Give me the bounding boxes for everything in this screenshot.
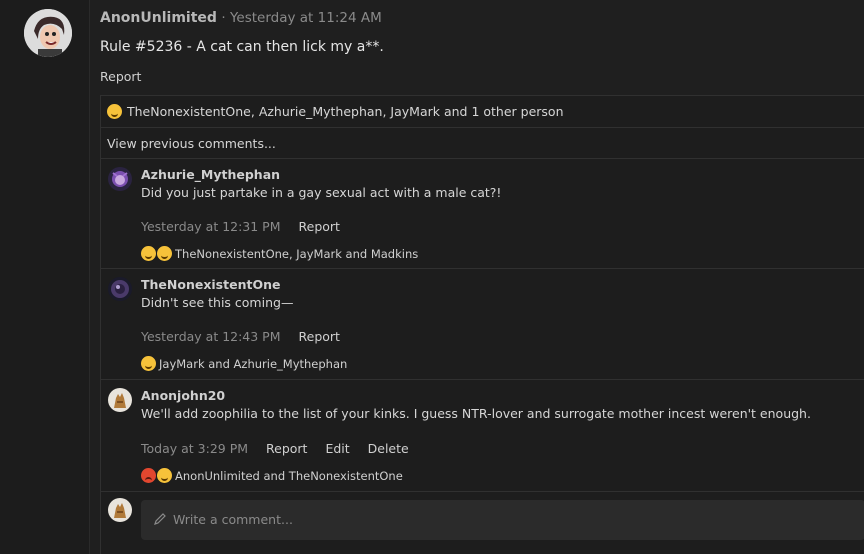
comment-reactions[interactable]: TheNonexistentOne, JayMark and Madkins [141, 246, 418, 261]
comment-meta: Today at 3:29 PM Report Edit Delete [141, 441, 423, 456]
comment-timestamp[interactable]: Yesterday at 12:43 PM [141, 329, 281, 344]
comment: TheNonexistentOne Didn't see this coming… [101, 268, 864, 379]
view-previous-comments-link[interactable]: View previous comments... [107, 136, 276, 151]
post-timestamp[interactable]: · Yesterday at 11:24 AM [221, 10, 381, 26]
comment-meta: Yesterday at 12:31 PM Report [141, 219, 354, 234]
comment-timestamp[interactable]: Yesterday at 12:31 PM [141, 219, 281, 234]
comment-meta: Yesterday at 12:43 PM Report [141, 329, 354, 344]
reaction-names: AnonUnlimited and TheNonexistentOne [175, 468, 403, 483]
post-author[interactable]: AnonUnlimited [100, 10, 217, 26]
comment: Azhurie_Mythephan Did you just partake i… [101, 158, 864, 268]
comment-author[interactable]: Azhurie_Mythephan [141, 167, 280, 182]
write-comment-row: Write a comment... [101, 491, 864, 554]
post-reactions[interactable]: TheNonexistentOne, Azhurie_Mythephan, Ja… [107, 104, 564, 119]
post-reaction-names: TheNonexistentOne, Azhurie_Mythephan, Ja… [126, 104, 564, 119]
reaction-names: JayMark and Azhurie_Mythephan [159, 356, 348, 371]
left-gutter [0, 0, 90, 554]
current-user-avatar[interactable] [108, 498, 132, 522]
pencil-icon [154, 513, 166, 525]
report-button[interactable]: Report [299, 219, 340, 234]
laugh-emoji-icon [141, 356, 156, 371]
angry-emoji-icon [141, 468, 156, 483]
comment: Anonjohn20 We'll add zoophilia to the li… [101, 379, 864, 491]
view-previous-row: View previous comments... [101, 127, 864, 158]
avatar[interactable] [24, 9, 72, 57]
laugh-emoji-icon [157, 468, 172, 483]
reaction-names: TheNonexistentOne, JayMark and Madkins [175, 246, 419, 261]
comment-author[interactable]: Anonjohn20 [141, 388, 225, 403]
surprised-emoji-icon [157, 246, 172, 261]
report-button[interactable]: Report [299, 329, 340, 344]
comment-avatar[interactable] [108, 167, 132, 191]
report-button[interactable]: Report [266, 441, 307, 456]
post-body: Rule #5236 - A cat can then lick my a**. [100, 39, 384, 55]
post-reactions-bar[interactable]: TheNonexistentOne, Azhurie_Mythephan, Ja… [101, 95, 864, 127]
edit-button[interactable]: Edit [325, 441, 349, 456]
comment-reactions[interactable]: AnonUnlimited and TheNonexistentOne [141, 468, 403, 483]
laugh-emoji-icon [107, 104, 122, 119]
comment-thread: TheNonexistentOne, Azhurie_Mythephan, Ja… [100, 95, 864, 554]
comment-avatar[interactable] [108, 277, 132, 301]
comment-text: We'll add zoophilia to the list of your … [141, 406, 811, 421]
comment-timestamp[interactable]: Today at 3:29 PM [141, 441, 248, 456]
comment-author[interactable]: TheNonexistentOne [141, 277, 280, 292]
comment-avatar[interactable] [108, 388, 132, 412]
comment-input[interactable]: Write a comment... [141, 500, 864, 540]
comment-text: Didn't see this coming— [141, 295, 294, 310]
comment-input-placeholder: Write a comment... [173, 512, 293, 527]
comment-text: Did you just partake in a gay sexual act… [141, 185, 502, 200]
report-button[interactable]: Report [100, 69, 141, 84]
delete-button[interactable]: Delete [368, 441, 409, 456]
comment-reactions[interactable]: JayMark and Azhurie_Mythephan [141, 356, 347, 371]
post-header: AnonUnlimited · Yesterday at 11:24 AM [100, 10, 382, 26]
laugh-emoji-icon [141, 246, 156, 261]
